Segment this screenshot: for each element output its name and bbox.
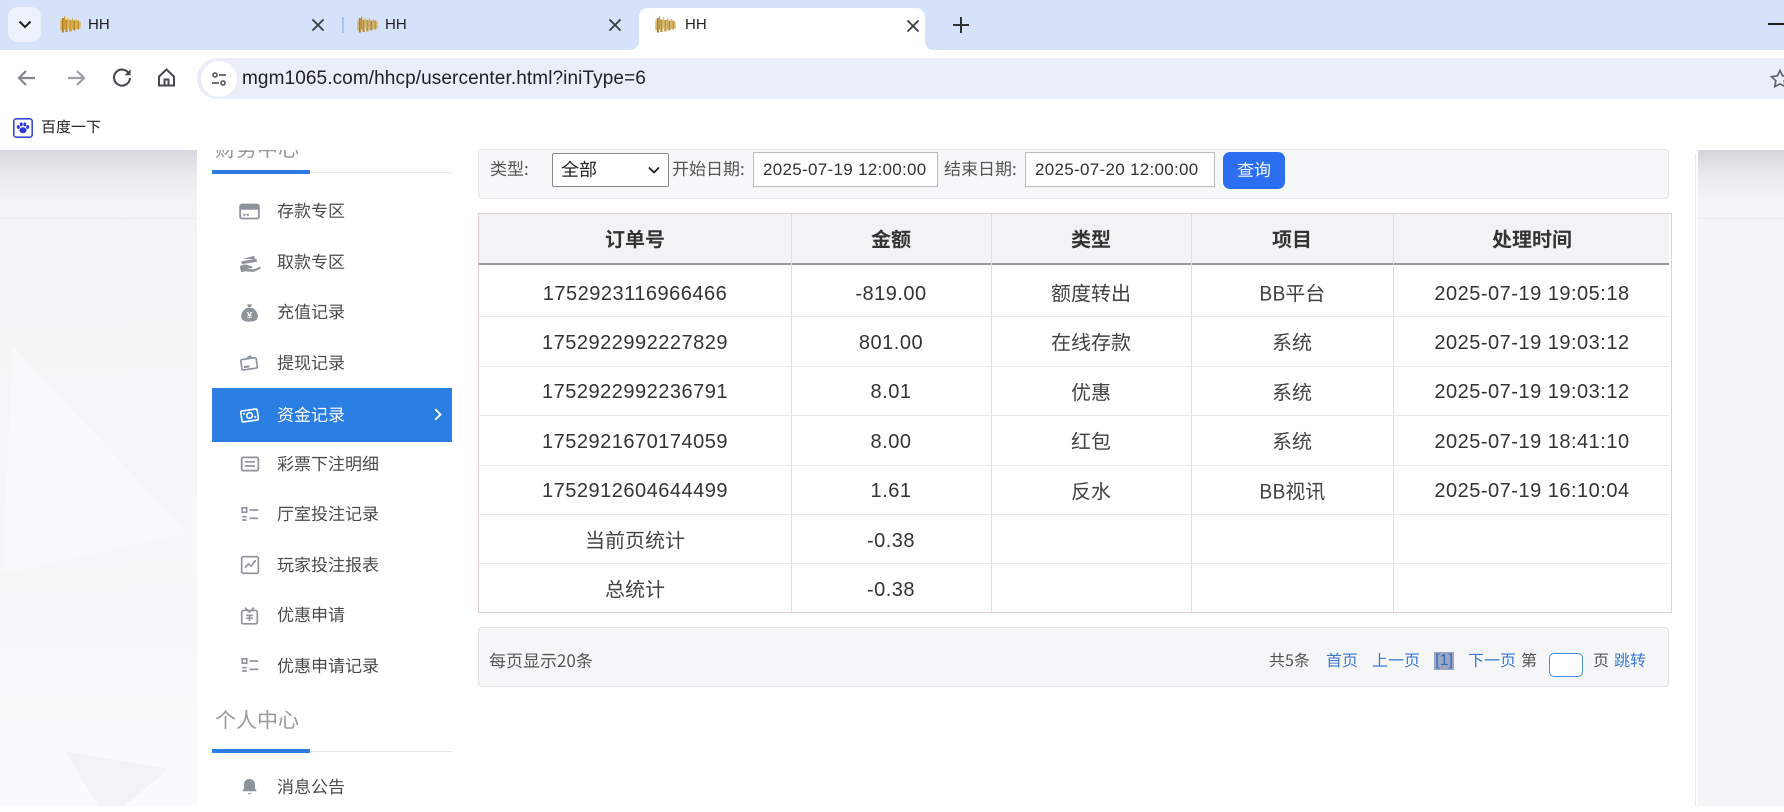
svg-text:¥: ¥ (247, 310, 253, 321)
